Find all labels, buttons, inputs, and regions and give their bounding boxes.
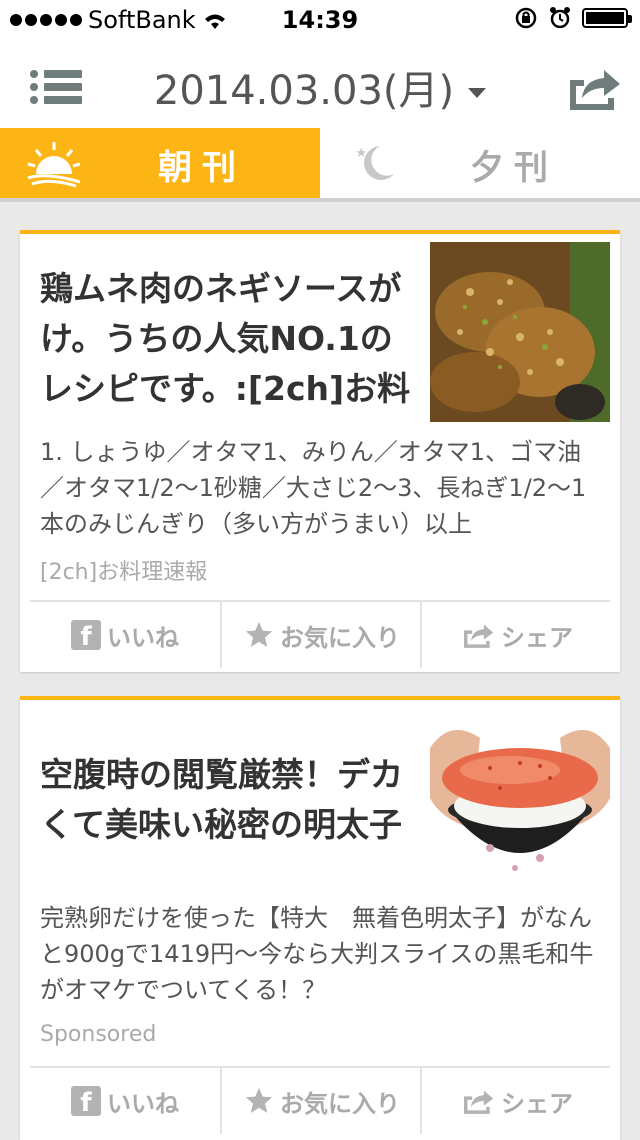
favorite-label: お気に入り xyxy=(280,623,400,652)
app-header: 2014.03.03(月) xyxy=(0,40,640,128)
tab-evening-label: 夕刊 xyxy=(470,148,558,188)
article-summary: 1. しょうゆ／オタマ1、みりん／オタマ1、ゴマ油／オタマ1/2〜1砂糖／大さじ… xyxy=(40,438,587,538)
article-thumbnail[interactable] xyxy=(430,242,610,422)
share-label: シェア xyxy=(501,1089,573,1118)
moon-icon xyxy=(356,146,394,180)
article-title[interactable]: 鶏ムネ肉のネギソースがけ。うちの人気NO.1のレシピです。:[2ch]お料 xyxy=(40,264,420,414)
facebook-icon: f xyxy=(71,1086,101,1118)
article-actions: f いいね お気に入り シェア xyxy=(30,600,610,668)
article-actions: f いいね お気に入り シェア xyxy=(30,1066,610,1134)
share-icon[interactable] xyxy=(566,64,622,112)
sponsored-label: Sponsored xyxy=(40,1022,157,1047)
date-label: 2014.03.03(月) xyxy=(153,68,455,114)
share-label: シェア xyxy=(501,623,573,652)
article-card[interactable]: 空腹時の閲覧厳禁！デカくて美味い秘密の明太子 完熟卵だけを使った【特大 無着色明… xyxy=(20,696,620,1140)
rotation-lock-icon xyxy=(515,7,537,29)
mentaiko-rice-bowl-photo-icon xyxy=(430,708,610,888)
tab-evening-edition[interactable]: 夕刊 xyxy=(320,128,640,198)
like-label: いいね xyxy=(107,623,179,652)
like-button[interactable]: f いいね xyxy=(30,602,220,668)
like-button[interactable]: f いいね xyxy=(30,1068,220,1134)
share-icon xyxy=(464,624,494,648)
star-icon xyxy=(245,621,273,647)
battery-icon xyxy=(582,8,632,28)
star-icon xyxy=(245,1087,273,1113)
article-source: [2ch]お料理速報 xyxy=(40,560,208,585)
share-button[interactable]: シェア xyxy=(420,1068,612,1134)
edition-tabs: 朝刊 夕刊 xyxy=(0,128,640,202)
article-title[interactable]: 空腹時の閲覧厳禁！デカくて美味い秘密の明太子 xyxy=(40,750,420,850)
favorite-button[interactable]: お気に入り xyxy=(220,1068,422,1134)
date-selector[interactable]: 2014.03.03(月) xyxy=(0,58,640,116)
like-label: いいね xyxy=(107,1089,179,1118)
facebook-icon: f xyxy=(71,620,101,652)
share-icon xyxy=(464,1090,494,1114)
tab-morning-label: 朝刊 xyxy=(158,148,246,188)
article-thumbnail[interactable] xyxy=(430,708,610,888)
status-bar: SoftBank 14:39 xyxy=(0,0,640,40)
fried-chicken-photo-icon xyxy=(430,242,610,422)
chevron-down-icon xyxy=(468,88,487,98)
article-summary: 完熟卵だけを使った【特大 無着色明太子】がなんと900gで1419円〜今なら大判… xyxy=(40,904,594,1004)
article-card[interactable]: 鶏ムネ肉のネギソースがけ。うちの人気NO.1のレシピです。:[2ch]お料 1.… xyxy=(20,230,620,672)
favorite-label: お気に入り xyxy=(280,1089,400,1118)
sunrise-icon xyxy=(27,142,81,188)
share-button[interactable]: シェア xyxy=(420,602,612,668)
favorite-button[interactable]: お気に入り xyxy=(220,602,422,668)
tab-morning-edition[interactable]: 朝刊 xyxy=(0,128,320,198)
alarm-icon xyxy=(550,7,570,29)
